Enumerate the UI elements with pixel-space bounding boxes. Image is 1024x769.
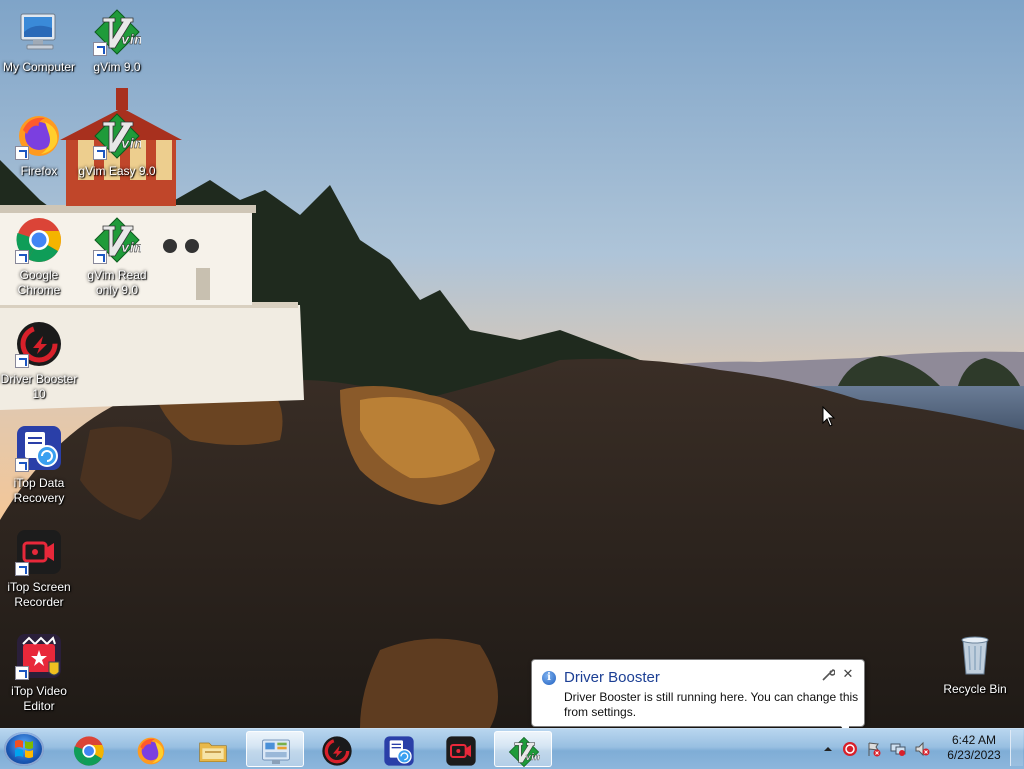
shortcut-arrow-icon <box>15 250 29 264</box>
desktop-icon-itop-video-editor[interactable]: iTop Video Editor <box>0 632 78 714</box>
taskbar-button-gvim[interactable]: vim <box>494 731 552 768</box>
action-center-flag-icon[interactable] <box>866 741 882 757</box>
volume-muted-icon[interactable] <box>914 741 930 757</box>
notification-title: Driver Booster <box>564 669 660 686</box>
shortcut-arrow-icon <box>93 42 107 56</box>
shortcut-arrow-icon <box>15 146 29 160</box>
shortcut-arrow-icon <box>93 250 107 264</box>
itop-data-recovery-icon <box>384 736 414 766</box>
desktop-icon-label: gVim 9.0 <box>93 60 141 74</box>
recycle-bin-icon <box>961 636 989 675</box>
taskbar-button-itop-screen-recorder[interactable] <box>432 731 490 767</box>
taskbar-button-firefox[interactable] <box>122 731 180 767</box>
desktop-icon-label: gVim Easy 9.0 <box>78 164 156 178</box>
desktop-icon-label: Google Chrome <box>17 268 61 297</box>
desktop-icon-recycle-bin[interactable]: Recycle Bin <box>936 630 1014 697</box>
svg-text:vim: vim <box>121 33 141 48</box>
wallpaper <box>0 0 1024 728</box>
svg-text:vim: vim <box>121 241 141 256</box>
show-hidden-icons-chevron-icon[interactable] <box>820 741 836 757</box>
taskbar-button-explorer[interactable] <box>184 731 242 767</box>
taskbar: vim 6:42 AM 6/23/2023 <box>0 728 1024 769</box>
svg-text:vim: vim <box>525 753 540 763</box>
desktop-icon-gvim-easy[interactable]: vim gVim Easy 9.0 <box>78 112 156 179</box>
svg-text:vim: vim <box>121 137 141 152</box>
start-button[interactable] <box>4 732 44 766</box>
windows-logo-icon <box>15 740 33 758</box>
itop-screen-recorder-icon <box>446 736 476 766</box>
shortcut-arrow-icon <box>15 354 29 368</box>
desktop-icon-google-chrome[interactable]: Google Chrome <box>0 216 78 298</box>
show-desktop-button[interactable] <box>1010 730 1023 766</box>
computer-icon <box>20 13 56 50</box>
network-icon[interactable] <box>890 741 906 757</box>
vim-icon: vim <box>508 736 540 768</box>
desktop-icon-my-computer[interactable]: My Computer <box>0 8 78 75</box>
shortcut-arrow-icon <box>93 146 107 160</box>
desktop-icon-firefox[interactable]: Firefox <box>0 112 78 179</box>
taskbar-button-itop-data-recovery[interactable] <box>370 731 428 767</box>
firefox-icon <box>137 737 165 765</box>
desktop-icon-label: Driver Booster 10 <box>0 372 78 401</box>
desktop-icon-label: Recycle Bin <box>943 682 1007 696</box>
shortcut-arrow-icon <box>15 562 29 576</box>
info-icon: i <box>542 671 556 685</box>
control-panel-icon <box>262 739 290 764</box>
shortcut-arrow-icon <box>15 458 29 472</box>
close-icon[interactable]: ✕ <box>841 667 855 681</box>
desktop-icon-label: gVim Read only 9.0 <box>87 268 147 297</box>
chrome-icon <box>73 736 104 766</box>
folder-icon <box>199 742 227 762</box>
driver-booster-tray-icon[interactable] <box>842 741 858 757</box>
desktop-icon-label: iTop Data Recovery <box>13 476 65 505</box>
clock-time: 6:42 AM <box>951 733 997 747</box>
desktop-icon-itop-data-recovery[interactable]: iTop Data Recovery <box>0 424 78 506</box>
desktop-icon-itop-screen-recorder[interactable]: iTop Screen Recorder <box>0 528 78 610</box>
desktop-icon-gvim-read-only[interactable]: vim gVim Read only 9.0 <box>78 216 156 298</box>
notification-balloon[interactable]: i Driver Booster ✕ Driver Booster is sti… <box>531 659 865 727</box>
desktop-icon-label: Firefox <box>20 164 58 178</box>
taskbar-button-driver-booster[interactable] <box>308 731 366 767</box>
taskbar-button-control-panel[interactable] <box>246 731 304 767</box>
desktop-icon-gvim[interactable]: vim gVim 9.0 <box>78 8 156 75</box>
desktop-icon-driver-booster[interactable]: Driver Booster 10 <box>0 320 78 402</box>
driver-booster-icon <box>322 736 352 766</box>
desktop-icon-label: iTop Video Editor <box>11 684 67 713</box>
taskbar-clock[interactable]: 6:42 AM 6/23/2023 <box>944 733 1004 763</box>
desktop-icon-label: My Computer <box>2 60 76 74</box>
desktop[interactable]: My Computer vim gVim 9.0 Firefox <box>0 0 1024 728</box>
mouse-cursor-icon <box>822 406 836 427</box>
notification-body: Driver Booster is still running here. Yo… <box>564 690 859 719</box>
desktop-icon-label: iTop Screen Recorder <box>7 580 71 609</box>
wrench-icon[interactable] <box>821 668 835 682</box>
clock-date: 6/23/2023 <box>947 748 1001 762</box>
shortcut-arrow-icon <box>15 666 29 680</box>
taskbar-button-chrome[interactable] <box>60 731 118 767</box>
